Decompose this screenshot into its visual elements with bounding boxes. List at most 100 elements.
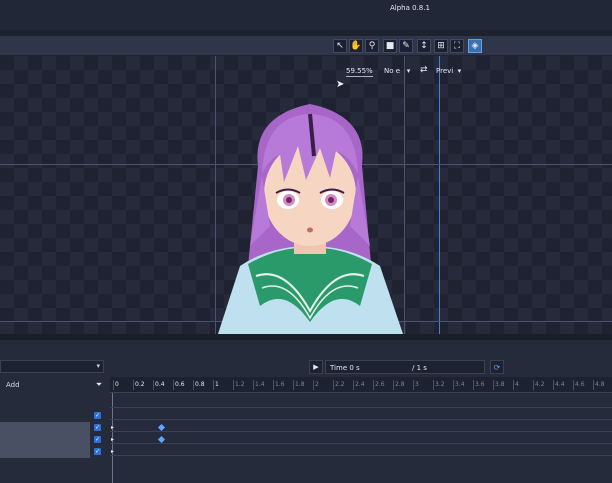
preview-dropdown[interactable]: Previ ▾ (436, 67, 461, 75)
ruler-tick-label: 3.4 (455, 381, 465, 388)
character-illustration[interactable] (210, 96, 410, 334)
bone-icon: ⚲ (368, 40, 376, 51)
ruler-tick-label: 0 (115, 381, 119, 388)
transform-icon: ⊞ (437, 40, 445, 51)
mouse-cursor-icon: ➤ (336, 79, 345, 90)
ruler-tick-label: 3.6 (475, 381, 485, 388)
track-visibility-checkbox[interactable]: ✓ (94, 448, 101, 455)
chevron-down-icon: ▾ (455, 67, 462, 75)
play-button[interactable]: ▶ (309, 360, 323, 374)
canvas-viewport[interactable]: 59.55% No e ▾ ⇄ Previ ▾ ➤ (0, 56, 612, 334)
ruler-tick-label: 2.4 (355, 381, 365, 388)
hand-icon: ✋ (350, 40, 362, 51)
time-field[interactable]: Time 0 s / 1 s (325, 360, 485, 374)
ruler-tick-label: 4.8 (595, 381, 605, 388)
ruler-tick-label: 3.8 (495, 381, 505, 388)
cursor-arrow-icon: ↖ (336, 40, 344, 51)
track-start-marker: ▸ (111, 424, 115, 431)
ruler-tick-mark (433, 380, 434, 390)
add-track-label[interactable]: Add (6, 381, 20, 389)
track-row[interactable] (110, 420, 612, 432)
ruler-tick-mark (153, 380, 154, 390)
timeline-panel: ▾ ▶ Time 0 s / 1 s ⟳ Add ⏷ 0 0.2 0.4 0.6 0.8… (0, 340, 612, 483)
app-title: Alpha 0.8.1 (390, 4, 430, 12)
chevron-down-icon: ▾ (402, 67, 411, 75)
ruler-tick-mark (573, 380, 574, 390)
pen-tool-button[interactable]: ✎ (399, 39, 413, 53)
swap-icon[interactable]: ⇄ (420, 65, 428, 75)
track-visibility-checkbox[interactable]: ✓ (94, 424, 101, 431)
track-row[interactable] (110, 408, 612, 420)
pen-icon: ✎ (402, 40, 410, 51)
ruler-tick-mark (373, 380, 374, 390)
preview-dropdown-value: Previ (436, 67, 454, 75)
toolbar: ↖ ✋ ⚲ ■ ✎ ↕ ⊞ ⛶ ◈ (0, 36, 612, 56)
ruler-tick-label: 2 (315, 381, 319, 388)
rect-tool-button[interactable]: ■ (383, 39, 397, 53)
time-label: Time (330, 364, 348, 372)
mode-dropdown[interactable]: No e ▾ (384, 67, 410, 75)
zoom-level-field[interactable]: 59.55% (346, 67, 373, 77)
timeline-ruler[interactable]: 0 0.2 0.4 0.6 0.8 1 1.2 1.4 1.6 1.8 2 2.2 2.4 2.6 2.8 3… (110, 377, 612, 393)
ruler-tick-label: 0.8 (195, 381, 205, 388)
mode-dropdown-value: No e (384, 67, 401, 75)
ruler-tick-mark (473, 380, 474, 390)
ruler-tick-mark (293, 380, 294, 390)
ruler-tick-label: 4 (515, 381, 519, 388)
ruler-tick-label: 1.2 (235, 381, 245, 388)
ruler-tick-mark (353, 380, 354, 390)
ruler-tick-label: 3.2 (435, 381, 445, 388)
ruler-tick-label: 4.2 (535, 381, 545, 388)
track-row[interactable] (110, 396, 612, 408)
pan-tool-button[interactable]: ✋ (349, 39, 363, 53)
time-total: / 1 s (412, 364, 427, 372)
ruler-tick-label: 0.2 (135, 381, 145, 388)
ruler-tick-mark (173, 380, 174, 390)
ruler-tick-label: 3 (415, 381, 419, 388)
ruler-tick-label: 0.4 (155, 381, 165, 388)
animation-select-dropdown[interactable]: ▾ (0, 360, 104, 373)
ruler-tick-mark (393, 380, 394, 390)
transform-tool-button[interactable]: ⊞ (434, 39, 448, 53)
time-value: 0 s (349, 364, 360, 372)
filter-icon[interactable]: ⏷ (92, 378, 106, 392)
guide-line-vertical (439, 56, 440, 334)
ruler-tick-mark (553, 380, 554, 390)
scale-tool-button[interactable]: ↕ (417, 39, 431, 53)
ruler-tick-mark (233, 380, 234, 390)
chevron-down-icon: ▾ (96, 362, 100, 370)
track-visibility-checkbox[interactable]: ✓ (94, 436, 101, 443)
ruler-tick-label: 1.8 (295, 381, 305, 388)
ruler-tick-label: 4.4 (555, 381, 565, 388)
crop-icon: ⛶ (453, 40, 461, 51)
crop-tool-button[interactable]: ⛶ (450, 39, 464, 53)
ruler-tick-label: 1.6 (275, 381, 285, 388)
ruler-tick-mark (413, 380, 414, 390)
loop-icon: ⟳ (493, 362, 501, 372)
ruler-tick-mark (313, 380, 314, 390)
ruler-tick-mark (493, 380, 494, 390)
ruler-tick-label: 4.6 (575, 381, 585, 388)
track-visibility-checkbox[interactable]: ✓ (94, 412, 101, 419)
select-tool-button[interactable]: ↖ (333, 39, 347, 53)
play-icon: ▶ (313, 363, 319, 371)
track-row[interactable] (110, 432, 612, 444)
ruler-tick-mark (333, 380, 334, 390)
ruler-tick-label: 0.6 (175, 381, 185, 388)
ruler-tick-label: 1 (215, 381, 219, 388)
loop-button[interactable]: ⟳ (490, 360, 504, 374)
ruler-tick-mark (253, 380, 254, 390)
layers-tool-button[interactable]: ◈ (468, 39, 482, 53)
track-start-marker: ▸ (111, 448, 115, 455)
ruler-tick-mark (533, 380, 534, 390)
ruler-tick-mark (593, 380, 594, 390)
ruler-tick-mark (273, 380, 274, 390)
ruler-tick-mark (113, 380, 114, 390)
selected-track-group[interactable] (0, 422, 90, 458)
ruler-tick-label: 2.8 (395, 381, 405, 388)
vertical-arrows-icon: ↕ (420, 40, 428, 51)
bone-tool-button[interactable]: ⚲ (365, 39, 379, 53)
ruler-tick-mark (133, 380, 134, 390)
square-icon: ■ (385, 40, 395, 51)
track-row[interactable] (110, 444, 612, 456)
